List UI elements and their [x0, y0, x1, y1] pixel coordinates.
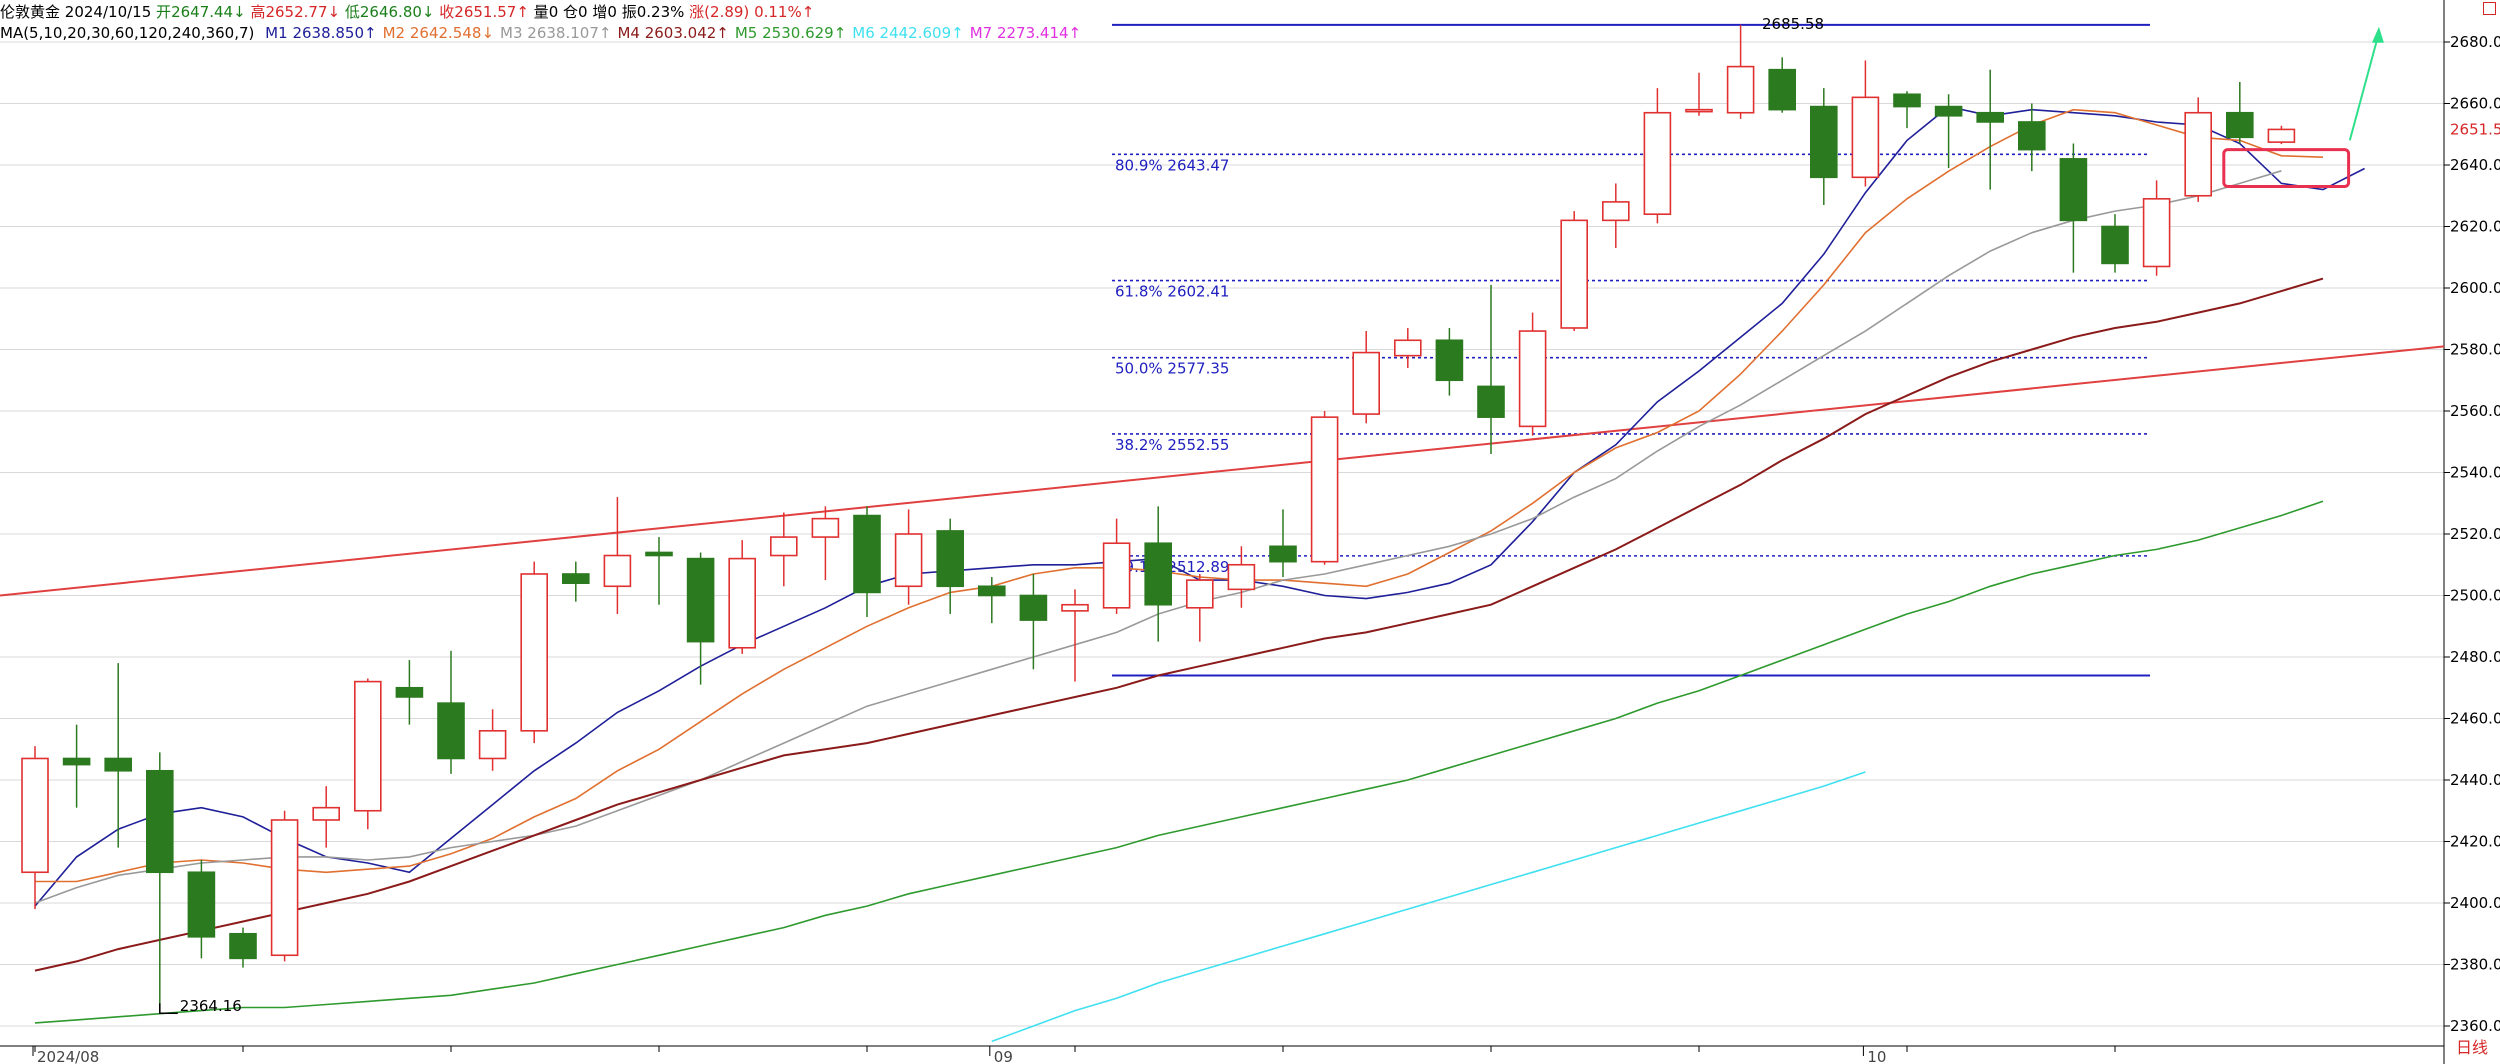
candle-body	[2267, 128, 2296, 143]
y-tick-label: 2640.00	[2450, 156, 2500, 174]
low-marker-line	[159, 1003, 178, 1014]
candle-body	[21, 757, 49, 874]
candle-body	[1435, 339, 1464, 382]
ma-line-m4	[34, 277, 2324, 972]
x-tick-label: 2024/08	[37, 1048, 99, 1064]
candle-body	[2226, 111, 2254, 139]
candle-body	[187, 871, 216, 938]
fib-level-label: 61.8% 2602.41	[1115, 283, 1229, 301]
candle-body	[1019, 594, 1048, 621]
candle-body	[2101, 225, 2129, 265]
candle-body	[1726, 65, 1755, 114]
candle-body	[561, 573, 590, 584]
y-tick-label: 2460.00	[2450, 710, 2500, 728]
y-tick-label: 2380.00	[2450, 956, 2500, 974]
candle-body	[1227, 563, 1256, 591]
fib-level-label: 38.2% 2552.55	[1115, 436, 1229, 454]
candle-body	[270, 819, 299, 957]
candle-body	[353, 680, 382, 812]
candle-body	[894, 533, 923, 588]
candle-body	[1102, 542, 1131, 609]
candle-body	[1518, 330, 1547, 428]
x-tick-label: 09	[994, 1048, 1013, 1064]
candle-body	[229, 932, 257, 960]
candle-body	[2142, 198, 2171, 268]
candle-body	[1269, 545, 1297, 563]
y-tick-label: 2440.00	[2450, 771, 2500, 789]
y-tick-label: 2400.00	[2450, 894, 2500, 912]
period-label[interactable]: 日线	[2456, 1034, 2488, 1058]
candle-body	[1810, 105, 1838, 179]
x-tick-label: 10	[1867, 1048, 1886, 1064]
candle-body	[853, 514, 881, 594]
last-price-label: 2651.57	[2450, 120, 2500, 138]
candle-body	[603, 554, 632, 588]
y-tick-label: 2540.00	[2450, 464, 2500, 482]
candle-body	[2018, 121, 2046, 151]
candle-body	[312, 806, 341, 821]
fib-level-label: 50.0% 2577.35	[1115, 360, 1229, 378]
candlestick-chart: 伦敦黄金 2024/10/15 开2647.44↓ 高2652.77↓ 低264…	[0, 0, 2500, 1064]
candle-body	[146, 769, 174, 874]
y-tick-label: 2660.00	[2450, 95, 2500, 113]
candle-body	[1893, 93, 1921, 108]
candle-body	[1352, 351, 1380, 415]
fib-level-label: 80.9% 2643.47	[1115, 156, 1229, 174]
y-tick-label: 2520.00	[2450, 525, 2500, 543]
highlight-box	[2222, 148, 2351, 189]
y-tick-label: 2420.00	[2450, 833, 2500, 851]
y-tick-label: 2560.00	[2450, 402, 2500, 420]
candle-body	[1602, 201, 1630, 222]
candle-body	[2059, 158, 2088, 222]
y-tick-label: 2680.00	[2450, 33, 2500, 51]
candle-body	[1310, 416, 1339, 563]
fib-high-label: 2685.58	[1762, 15, 1824, 33]
candle-body	[1643, 111, 1672, 215]
candle-body	[1851, 96, 1880, 179]
candle-body	[395, 686, 424, 698]
candle-body	[62, 757, 91, 766]
candle-body	[728, 557, 757, 649]
y-tick-label: 2600.00	[2450, 279, 2500, 297]
candle-body	[1477, 385, 1505, 418]
y-tick-label: 2500.00	[2450, 587, 2500, 605]
candle-body	[478, 729, 507, 760]
chart-canvas: 2360.00 2380.00 2400.00 2420.00 2440.00 2460.…	[0, 0, 2500, 1064]
candle-body	[686, 557, 715, 643]
candle-body	[1934, 105, 1963, 117]
forecast-arrow	[2348, 32, 2380, 141]
y-tick-label: 2360.00	[2450, 1017, 2500, 1035]
candle-body	[437, 702, 465, 760]
candle-body	[1768, 68, 1796, 111]
low-marker-label: 2364.16	[180, 997, 242, 1015]
candle-body	[1061, 603, 1089, 612]
candle-body	[1560, 219, 1588, 329]
candle-body	[1186, 579, 1214, 609]
candle-body	[977, 585, 1006, 597]
candle-body	[936, 530, 965, 588]
candle-body	[104, 757, 132, 772]
forecast-arrow-head	[2371, 26, 2384, 43]
y-tick-label: 2580.00	[2450, 341, 2500, 359]
ma-line-m6	[991, 771, 1866, 1043]
y-tick-label: 2620.00	[2450, 218, 2500, 236]
candle-body	[811, 517, 840, 538]
candle-body	[645, 551, 673, 557]
candle-body	[2184, 111, 2212, 197]
candle-body	[769, 536, 798, 557]
candle-body	[1976, 111, 2004, 123]
candle-body	[520, 573, 549, 732]
candle-body	[1144, 542, 1172, 606]
y-tick-label: 2480.00	[2450, 648, 2500, 666]
candle-body	[1685, 108, 1713, 113]
candle-body	[1394, 339, 1422, 357]
